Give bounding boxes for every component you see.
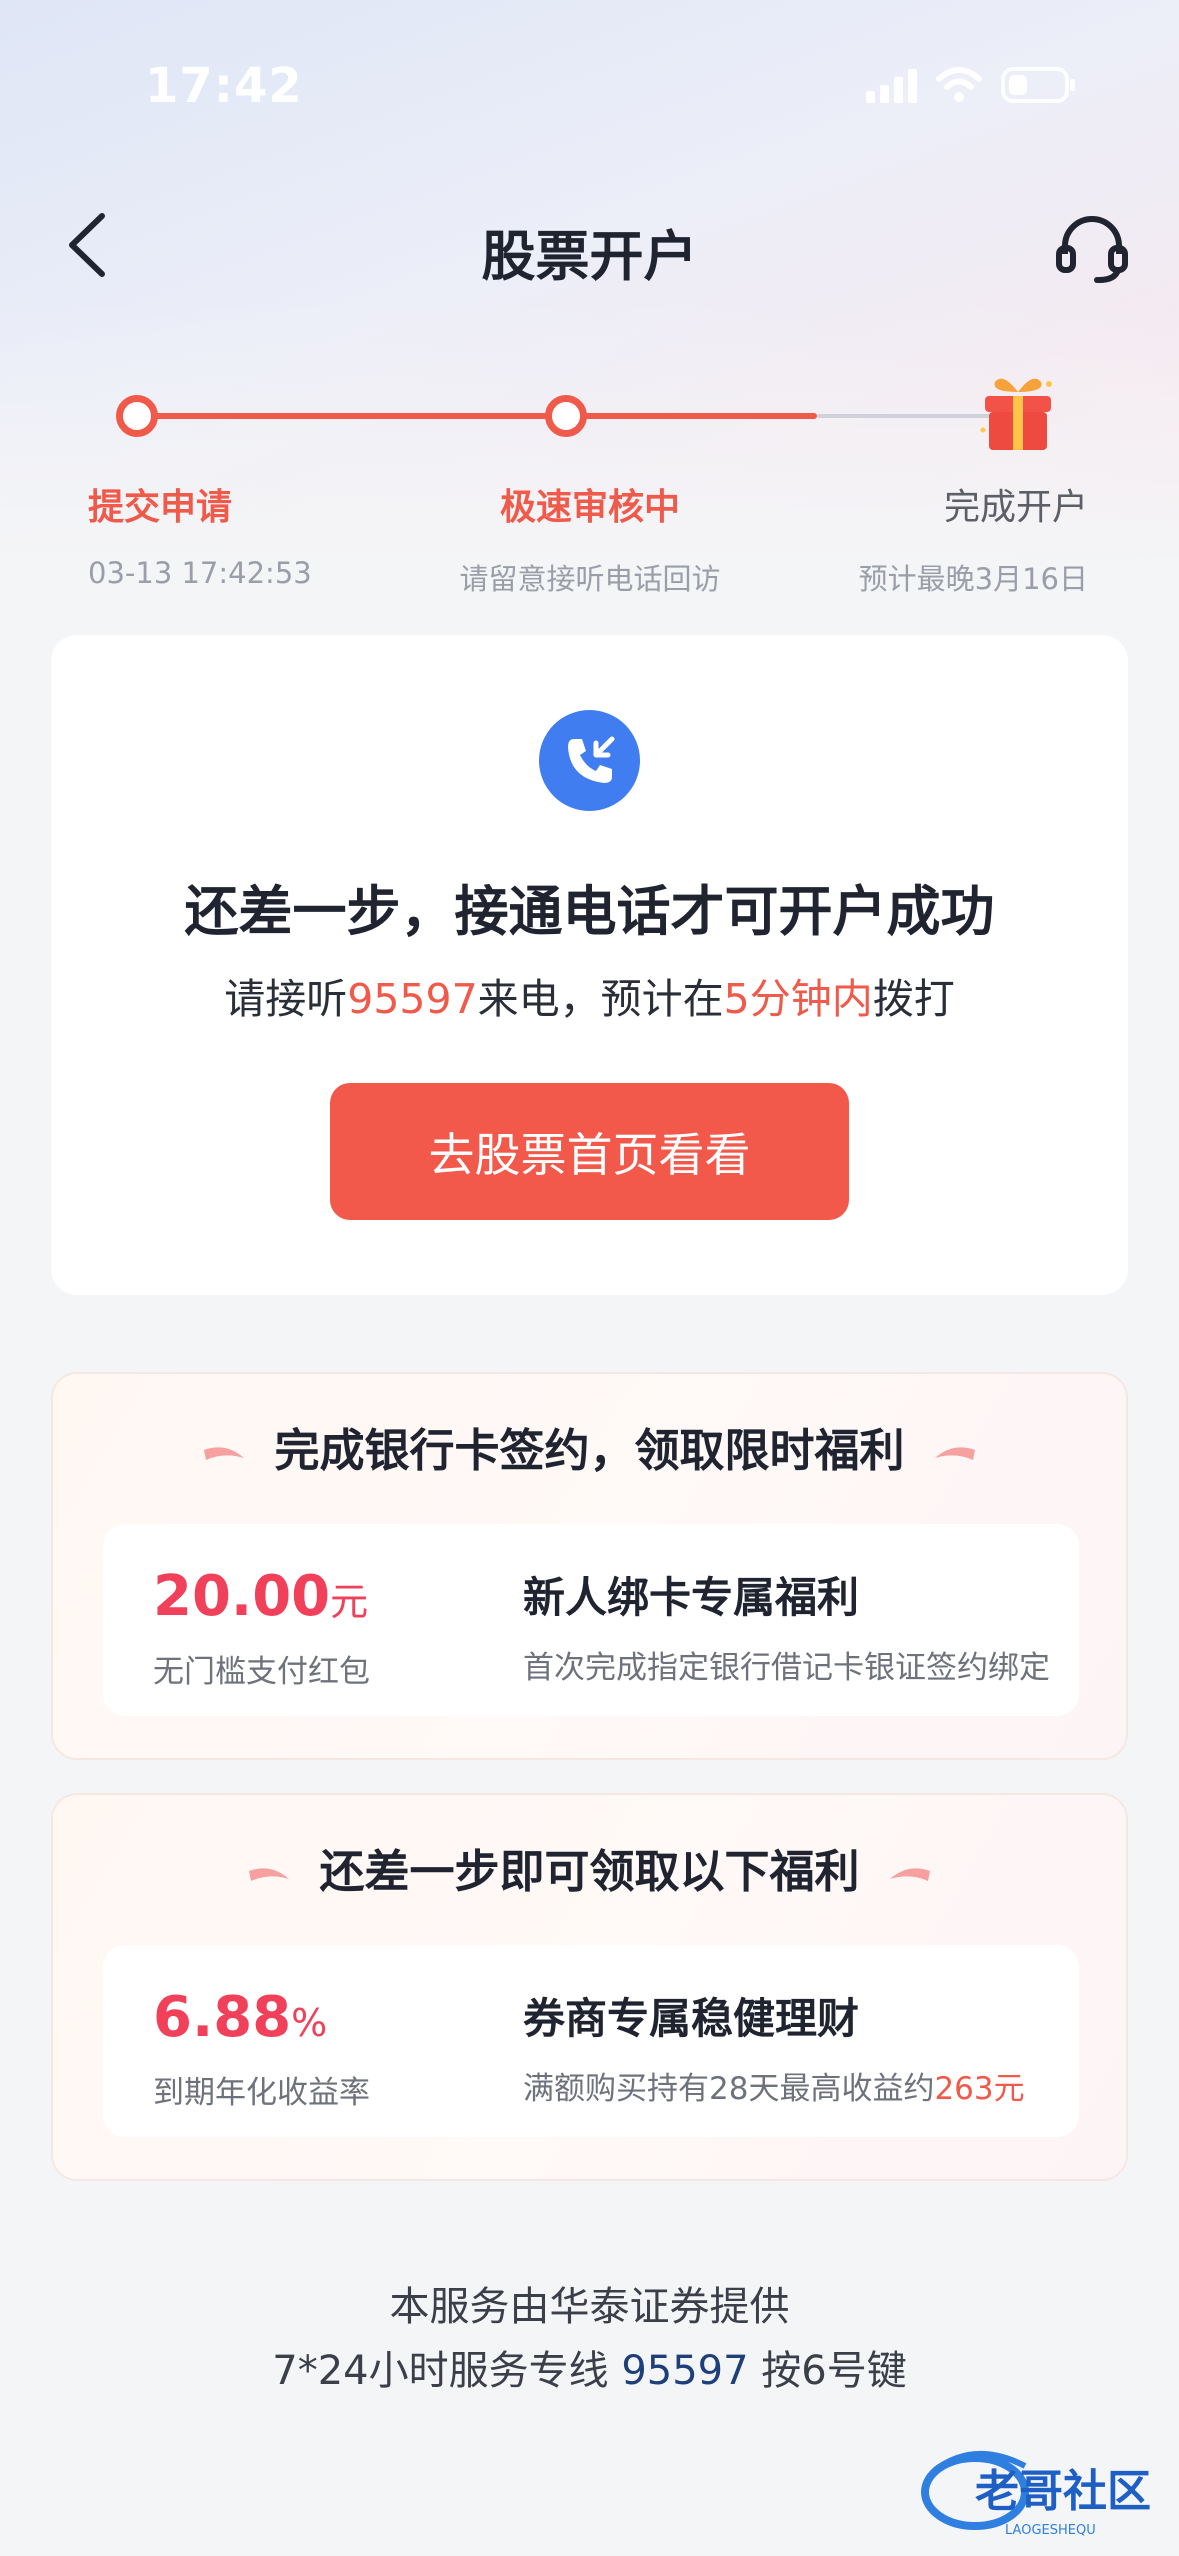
wifi-icon: [935, 67, 983, 103]
benefit-item[interactable]: 20.00元 无门槛支付红包 新人绑卡专属福利 首次完成指定银行借记卡银证签约绑…: [103, 1524, 1079, 1716]
battery-icon: [1001, 66, 1077, 104]
swoosh-left-decoration: [249, 1868, 290, 1881]
status-bar: 17:42: [0, 0, 1179, 170]
hotline-number: 95597: [347, 975, 478, 1023]
phone-incoming-icon: [539, 710, 640, 811]
benefit-item[interactable]: 6.88% 到期年化收益率 券商专属稳健理财 满额购买持有28天最高收益约263…: [103, 1945, 1079, 2137]
main-subtitle: 请接听95597来电，预计在5分钟内拨打: [224, 975, 955, 1023]
benefit-amount: 20.00元: [153, 1564, 369, 1629]
go-stock-home-button[interactable]: 去股票首页看看: [330, 1083, 849, 1220]
benefit-amount-desc: 到期年化收益率: [153, 2075, 370, 2111]
signal-icon: [866, 67, 917, 103]
customer-service-button[interactable]: [1047, 204, 1137, 294]
call-notice-card: 还差一步，接通电话才可开户成功 请接听95597来电，预计在5分钟内拨打 去股票…: [51, 635, 1128, 1295]
svg-text:老哥社区: 老哥社区: [975, 2466, 1151, 2517]
page-title: 股票开户: [481, 225, 698, 288]
step-complete: 完成开户 预计最晚3月16日: [859, 478, 1088, 598]
footer: 本服务由华泰证券提供 7*24小时服务专线 95597 按6号键: [0, 2275, 1179, 2403]
swoosh-right-decoration: [934, 1447, 975, 1460]
status-time: 17:42: [145, 58, 303, 114]
step-label: 提交申请: [88, 487, 233, 528]
watermark-logo: 老哥社区 LAOGESHEQU: [921, 2450, 1151, 2538]
step-label: 极速审核中: [499, 487, 680, 528]
bank-card-benefit-card: 完成银行卡签约，领取限时福利 20.00元 无门槛支付红包 新人绑卡专属福利 首…: [51, 1372, 1128, 1760]
step-sub: 请留意接听电话回访: [459, 562, 721, 596]
nav-bar: 股票开户: [0, 190, 1179, 300]
swoosh-left-decoration: [204, 1447, 245, 1460]
benefit-title: 新人绑卡专属福利: [523, 1573, 860, 1622]
progress-track-done: [137, 413, 817, 419]
footer-provider: 本服务由华泰证券提供: [389, 2284, 790, 2330]
footer-hotline[interactable]: 95597: [621, 2348, 748, 2394]
benefit-desc: 首次完成指定银行借记卡银证签约绑定: [523, 1650, 1050, 1686]
footer-hotline-line: 7*24小时服务专线 95597 按6号键: [272, 2348, 907, 2394]
swoosh-right-decoration: [889, 1868, 930, 1881]
main-headline: 还差一步，接通电话才可开户成功: [184, 880, 995, 943]
progress-steps: 提交申请 03-13 17:42:53 极速审核中 请留意接听电话回访 完成开户…: [0, 370, 1179, 596]
step-review: 极速审核中 请留意接听电话回访: [449, 478, 731, 598]
benefit-heading: 还差一步即可领取以下福利: [53, 1835, 1126, 1900]
gift-icon: [980, 378, 1052, 450]
step-dot-2: [545, 395, 587, 437]
step-dot-1: [116, 395, 158, 437]
wealth-benefit-card: 还差一步即可领取以下福利 6.88% 到期年化收益率 券商专属稳健理财 满额购买…: [51, 1793, 1128, 2181]
svg-text:LAOGESHEQU: LAOGESHEQU: [1005, 2523, 1096, 2538]
step-sub: 03-13 17:42:53: [88, 556, 312, 590]
headset-icon: [1056, 216, 1128, 283]
status-icons: [866, 66, 1077, 104]
step-submit: 提交申请 03-13 17:42:53: [88, 478, 312, 590]
step-sub: 预计最晚3月16日: [858, 562, 1088, 596]
benefit-amount: 6.88%: [153, 1985, 328, 2050]
benefit-title: 券商专属稳健理财: [523, 1994, 860, 2043]
call-time: 5分钟内: [723, 975, 873, 1023]
benefit-heading: 完成银行卡签约，领取限时福利: [53, 1414, 1126, 1479]
benefit-desc: 满额购买持有28天最高收益约263元: [523, 2071, 1025, 2107]
step-label: 完成开户: [943, 487, 1088, 528]
benefit-amount-desc: 无门槛支付红包: [153, 1654, 370, 1690]
